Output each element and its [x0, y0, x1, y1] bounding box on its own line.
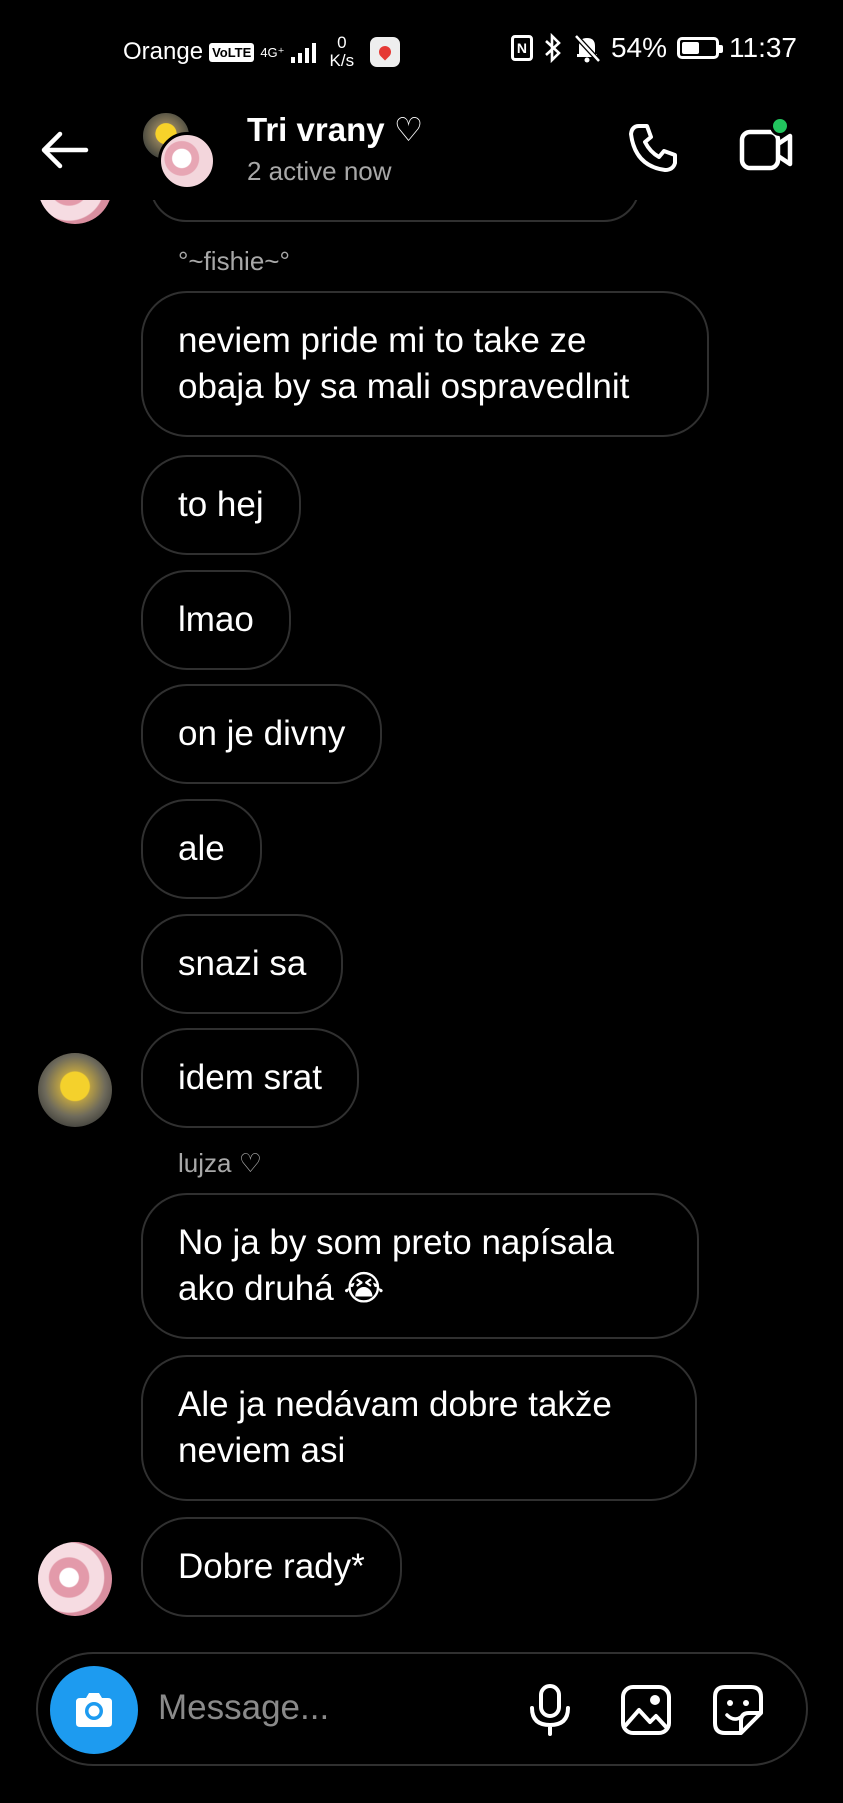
message-bubble[interactable]: idem srat [141, 1028, 359, 1128]
gallery-icon[interactable] [618, 1682, 674, 1738]
active-status: 2 active now [247, 156, 392, 186]
data-rate-unit: K/s [329, 51, 355, 70]
sender-avatar[interactable] [38, 1053, 112, 1127]
sender-avatar-partial[interactable] [38, 200, 112, 224]
back-arrow-icon[interactable] [36, 122, 92, 178]
status-right: N 54% 11:37 [510, 32, 797, 64]
message-thread[interactable]: °~fishie~° neviem pride mi to take ze ob… [0, 200, 843, 1640]
message-bubble[interactable]: neviem pride mi to take ze obaja by sa m… [141, 291, 709, 437]
message-bubble[interactable]: on je divny [141, 684, 383, 784]
status-left: Orange VoLTE 4G⁺ 0 K/s [123, 34, 401, 70]
battery-percent: 54% [610, 32, 667, 63]
microphone-icon[interactable] [522, 1682, 578, 1738]
message-bubble[interactable]: lmao [141, 570, 291, 670]
clock: 11:37 [729, 32, 797, 63]
sender-avatar[interactable] [38, 1542, 112, 1616]
battery-icon [677, 37, 723, 59]
signal-icon [290, 41, 316, 63]
message-bubble[interactable]: Dobre rady* [141, 1517, 402, 1617]
data-rate: 0 K/s [330, 34, 355, 70]
battery-fill [682, 42, 700, 54]
message-bubble[interactable]: ale [141, 799, 262, 899]
message-bubble[interactable]: snazi sa [141, 914, 344, 1014]
chat-title[interactable]: Tri vrany ♡ [247, 110, 423, 149]
phone-call-icon[interactable] [625, 120, 681, 176]
message-bubble[interactable]: Ale ja nedávam dobre takže neviem asi [141, 1355, 697, 1501]
map-notification-icon [370, 37, 401, 67]
camera-icon [76, 1693, 112, 1727]
member-avatar-kitty [158, 132, 216, 190]
chat-header: Tri vrany ♡ 2 active now [0, 100, 843, 200]
carrier-label: Orange [123, 38, 204, 65]
online-indicator [770, 116, 790, 136]
mute-bell-icon [574, 34, 601, 63]
message-composer: Message... [36, 1652, 808, 1766]
message-bubble-partial[interactable] [150, 200, 640, 222]
sender-name: lujza ♡ [178, 1148, 263, 1178]
message-bubble[interactable]: to hej [141, 455, 301, 555]
network-type: 4G⁺ [260, 44, 285, 60]
video-call-icon[interactable] [736, 116, 800, 180]
status-bar: Orange VoLTE 4G⁺ 0 K/s N 54% 11:37 [0, 0, 843, 100]
nfc-icon: N [510, 35, 533, 61]
message-input[interactable]: Message... [158, 1688, 329, 1728]
data-rate-value: 0 [337, 33, 347, 52]
sticker-icon[interactable] [710, 1682, 766, 1738]
message-bubble[interactable]: No ja by som preto napísala ako druhá 😭 [141, 1193, 699, 1339]
volte-badge: VoLTE [209, 42, 255, 62]
camera-button[interactable] [50, 1666, 138, 1754]
group-avatar[interactable] [140, 110, 218, 190]
sender-name: °~fishie~° [178, 246, 290, 276]
bluetooth-icon [545, 33, 561, 63]
